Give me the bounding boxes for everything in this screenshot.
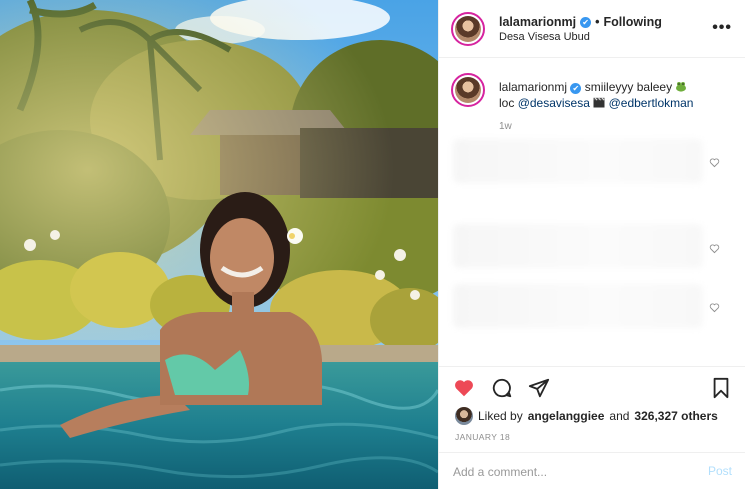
post-button[interactable]: Post [708, 464, 732, 478]
action-bar: Liked by angelanggiee and 326,327 others… [439, 366, 745, 489]
small-heart-icon[interactable] [709, 243, 720, 254]
share-icon[interactable] [528, 377, 550, 399]
small-heart-icon[interactable] [709, 157, 720, 168]
clapper-icon [593, 97, 605, 108]
likes-line: Liked by angelanggiee and 326,327 others [455, 407, 718, 425]
likes-prefix: Liked by [478, 409, 523, 423]
verified-icon: ✔ [570, 83, 582, 94]
comment-row [453, 224, 703, 268]
location-link[interactable]: Desa Visesa Ubud [499, 31, 590, 43]
comment-row [453, 284, 703, 328]
caption-text: lalamarionmj ✔ smiileyyy baleey loc @des… [499, 79, 734, 111]
likes-connector: and [609, 409, 630, 423]
comment-input[interactable] [453, 461, 683, 483]
caption-avatar[interactable] [451, 73, 485, 107]
liker-avatar[interactable] [455, 407, 473, 425]
heart-filled-icon[interactable] [453, 377, 475, 399]
loc-prefix: loc [499, 96, 515, 110]
caption-age: 1w [499, 121, 512, 132]
likes-count[interactable]: 326,327 others [634, 409, 717, 423]
following-button[interactable]: Following [604, 15, 662, 29]
separator-dot: • [595, 15, 600, 29]
small-heart-icon[interactable] [709, 302, 720, 313]
liker-username[interactable]: angelanggiee [528, 409, 605, 423]
post-date[interactable]: JANUARY 18 [455, 432, 510, 442]
caption-username[interactable]: lalamarionmj [499, 80, 567, 94]
verified-icon: ✔ [580, 16, 592, 28]
post-side-panel: lalamarionmj ✔ • Following Desa Visesa U… [438, 0, 745, 489]
comment-row [453, 139, 703, 183]
post-photo[interactable] [0, 0, 438, 489]
author-avatar[interactable] [451, 12, 485, 46]
author-line: lalamarionmj ✔ • Following [499, 15, 662, 29]
emoji-icon [676, 82, 687, 92]
caption-body: smiileyyy baleey [584, 80, 673, 94]
author-username[interactable]: lalamarionmj [499, 15, 576, 29]
mention-edbertlokman[interactable]: @edbertlokman [609, 96, 694, 110]
post-image [0, 0, 438, 489]
comments-area[interactable]: lalamarionmj ✔ smiileyyy baleey loc @des… [439, 59, 745, 365]
more-icon[interactable]: ••• [712, 19, 732, 37]
comment-icon[interactable] [491, 377, 513, 399]
bookmark-icon[interactable] [710, 377, 732, 399]
post-header: lalamarionmj ✔ • Following Desa Visesa U… [439, 0, 745, 58]
add-comment-bar: Post [439, 452, 745, 489]
mention-desavisesa[interactable]: @desavisesa [518, 96, 590, 110]
